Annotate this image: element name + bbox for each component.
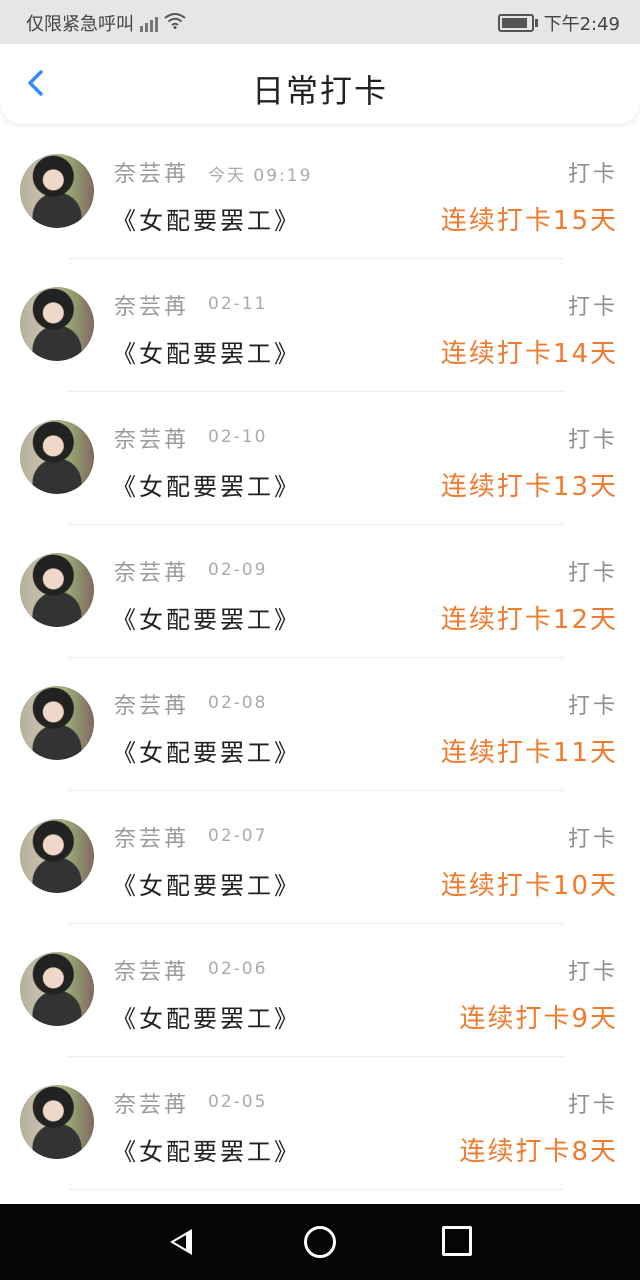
list-item[interactable]: 奈芸苒 02-07 《女配要罢工》 打卡 连续打卡10天	[0, 791, 640, 924]
streak-text: 连续打卡10天	[440, 871, 618, 901]
user-name: 奈芸苒	[114, 295, 190, 320]
header: 日常打卡	[0, 44, 640, 124]
streak-text: 连续打卡13天	[440, 472, 618, 502]
avatar[interactable]	[20, 287, 94, 361]
list-item[interactable]: 奈芸苒 02-06 《女配要罢工》 打卡 连续打卡9天	[0, 924, 640, 1057]
checkin-date: 今天 09:19	[208, 166, 313, 186]
checkin-label: 打卡	[567, 162, 618, 187]
checkin-date: 02-10	[208, 427, 268, 447]
book-title: 《女配要罢工》	[112, 207, 301, 235]
nav-home-button[interactable]	[304, 1226, 336, 1258]
list-item[interactable]: 奈芸苒 今天 09:19 《女配要罢工》 打卡 连续打卡15天	[0, 126, 640, 259]
streak-text: 连续打卡14天	[440, 339, 618, 369]
list-item[interactable]: 奈芸苒 02-10 《女配要罢工》 打卡 连续打卡13天	[0, 392, 640, 525]
checkin-list: 奈芸苒 今天 09:19 《女配要罢工》 打卡 连续打卡15天 奈芸苒 02-1…	[0, 126, 640, 1190]
checkin-date: 02-05	[208, 1092, 268, 1112]
user-name: 奈芸苒	[114, 827, 190, 852]
avatar[interactable]	[20, 819, 94, 893]
status-right: 下午2:49	[497, 10, 620, 36]
checkin-date: 02-06	[208, 959, 268, 979]
book-title: 《女配要罢工》	[112, 473, 301, 501]
book-title: 《女配要罢工》	[112, 1005, 301, 1033]
checkin-label: 打卡	[567, 561, 618, 586]
user-name: 奈芸苒	[114, 162, 190, 187]
avatar[interactable]	[20, 420, 94, 494]
checkin-label: 打卡	[567, 1093, 618, 1118]
checkin-label: 打卡	[567, 295, 618, 320]
avatar[interactable]	[20, 686, 94, 760]
list-item[interactable]: 奈芸苒 02-05 《女配要罢工》 打卡 连续打卡8天	[0, 1057, 640, 1190]
streak-text: 连续打卡9天	[459, 1004, 618, 1034]
nav-back-button[interactable]	[166, 1226, 198, 1258]
book-title: 《女配要罢工》	[112, 739, 301, 767]
status-time: 下午2:49	[543, 14, 620, 35]
battery-icon	[497, 14, 538, 32]
list-item[interactable]: 奈芸苒 02-11 《女配要罢工》 打卡 连续打卡14天	[0, 259, 640, 392]
divider	[68, 1189, 564, 1190]
carrier-text: 仅限紧急呼叫	[26, 14, 134, 35]
checkin-label: 打卡	[567, 827, 618, 852]
user-name: 奈芸苒	[114, 428, 190, 453]
book-title: 《女配要罢工》	[112, 606, 301, 634]
streak-text: 连续打卡8天	[459, 1137, 618, 1167]
status-bar: 仅限紧急呼叫 下午2:49	[0, 0, 640, 44]
status-left: 仅限紧急呼叫	[26, 10, 186, 36]
user-name: 奈芸苒	[114, 960, 190, 985]
checkin-date: 02-08	[208, 693, 268, 713]
book-title: 《女配要罢工》	[112, 340, 301, 368]
avatar[interactable]	[20, 553, 94, 627]
user-name: 奈芸苒	[114, 694, 190, 719]
user-name: 奈芸苒	[114, 1093, 190, 1118]
book-title: 《女配要罢工》	[112, 872, 301, 900]
streak-text: 连续打卡12天	[440, 605, 618, 635]
wifi-icon	[164, 12, 186, 34]
checkin-date: 02-09	[208, 560, 268, 580]
streak-text: 连续打卡15天	[440, 206, 618, 236]
avatar[interactable]	[20, 952, 94, 1026]
system-nav-bar	[0, 1204, 640, 1280]
list-item[interactable]: 奈芸苒 02-08 《女配要罢工》 打卡 连续打卡11天	[0, 658, 640, 791]
streak-text: 连续打卡11天	[440, 738, 618, 768]
checkin-label: 打卡	[567, 960, 618, 985]
nav-recents-button[interactable]	[442, 1226, 472, 1256]
avatar[interactable]	[20, 1085, 94, 1159]
user-name: 奈芸苒	[114, 561, 190, 586]
signal-icon	[140, 14, 158, 32]
list-item[interactable]: 奈芸苒 02-09 《女配要罢工》 打卡 连续打卡12天	[0, 525, 640, 658]
checkin-date: 02-11	[208, 294, 268, 314]
book-title: 《女配要罢工》	[112, 1138, 301, 1166]
page-title: 日常打卡	[251, 72, 388, 110]
checkin-date: 02-07	[208, 826, 268, 846]
checkin-label: 打卡	[567, 694, 618, 719]
avatar[interactable]	[20, 154, 94, 228]
checkin-label: 打卡	[567, 428, 618, 453]
